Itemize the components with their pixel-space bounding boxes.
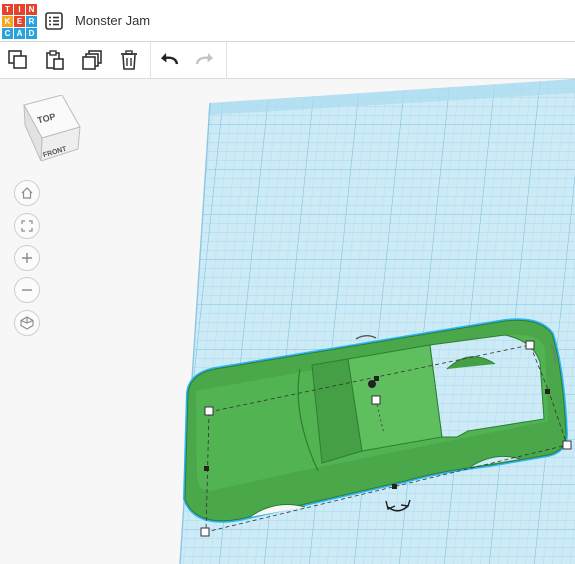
design-title[interactable]: Monster Jam [75,13,150,28]
3d-viewport[interactable]: TOP FRONT [0,79,575,564]
tinkercad-logo[interactable]: TIN KER CAD [2,4,37,39]
zoom-out-icon[interactable] [14,277,40,303]
paste-icon[interactable] [43,49,67,71]
edit-toolbar [0,42,575,79]
fit-view-icon[interactable] [14,213,40,239]
logo-letter: K [2,16,13,27]
logo-letter: T [2,4,13,15]
copy-icon[interactable] [6,49,30,71]
logo-letter: R [26,16,37,27]
view-cube[interactable]: TOP FRONT [18,94,82,162]
logo-letter: N [26,4,37,15]
duplicate-icon[interactable] [80,49,104,71]
history-group [150,42,227,78]
logo-letter: C [2,28,13,39]
delete-icon[interactable] [117,49,141,71]
clipboard-group [0,42,151,78]
home-icon[interactable] [14,180,40,206]
logo-letter: I [14,4,25,15]
logo-letter: A [14,28,25,39]
design-list-icon[interactable] [44,11,64,31]
top-bar: TIN KER CAD Monster Jam [0,0,575,42]
logo-letter: E [14,16,25,27]
redo-icon[interactable] [193,49,217,71]
workplane-scene[interactable] [0,79,575,564]
zoom-in-icon[interactable] [14,245,40,271]
perspective-icon[interactable] [14,310,40,336]
logo-letter: D [26,28,37,39]
undo-icon[interactable] [157,49,181,71]
